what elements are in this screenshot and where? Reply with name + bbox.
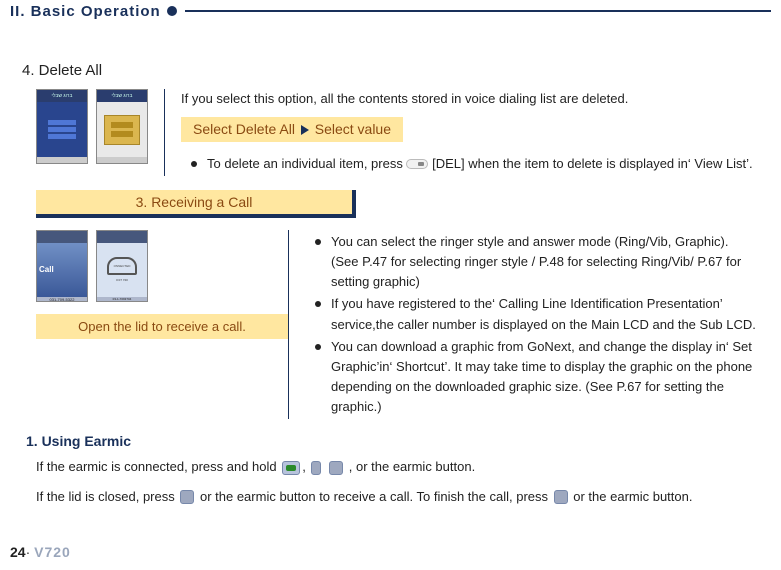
thumbnail-incoming-call: Call 031-709-5322 (36, 230, 88, 302)
earmic-para2: If the lid is closed, press or the earmi… (36, 485, 759, 508)
thumbnail-body: ONNECTED 0:07 720 (97, 243, 147, 297)
bullet-clip: If you have registered to the‘ Calling L… (331, 294, 759, 334)
header-dot-icon (167, 6, 177, 16)
page-footer: 24· V720 (10, 544, 71, 560)
section4-intro: If you select this option, all the conte… (181, 89, 759, 109)
thumbnail-delete-popup: ברוג שבלי (96, 89, 148, 164)
triangle-right-icon (299, 122, 311, 138)
bullet-text-b: [DEL] when the item to delete is display… (432, 156, 753, 171)
vertical-rule (164, 89, 165, 176)
comma: , (302, 459, 309, 474)
earmic-p2c: or the earmic button. (573, 489, 692, 504)
thumbnail-body (97, 102, 147, 157)
highlight-pre: Select Delete All (193, 121, 295, 137)
ear-key-icon (554, 490, 568, 504)
bullet-ringer-style: You can select the ringer style and answ… (331, 232, 759, 292)
call-label: Call (37, 265, 54, 274)
section3-bar: 3. Receiving a Call (36, 190, 356, 218)
earmic-heading: 1. Using Earmic (26, 433, 759, 449)
dot: · (26, 544, 31, 560)
bullet-icon (315, 239, 321, 245)
highlight-post: Select value (315, 121, 391, 137)
thumbnail-footer (97, 157, 147, 164)
page-number: 24 (10, 544, 26, 560)
model-label: V720 (34, 544, 71, 560)
thumbnail-footer: 031-709-5322 (37, 297, 87, 302)
thumbnail-titlebar: ברוג שבלי (37, 90, 87, 102)
bullet-icon (191, 161, 197, 167)
thumbnail-titlebar (37, 231, 87, 243)
thumbnail-body (37, 102, 87, 157)
open-lid-caption: Open the lid to receive a call. (36, 314, 288, 339)
bullet-download-graphic: You can download a graphic from GoNext, … (331, 337, 759, 418)
thumbnail-titlebar (97, 231, 147, 243)
connected-icon: ONNECTED (107, 257, 137, 275)
thumbnail-time: 0:07 720 (116, 278, 128, 282)
thumbnail-connected: ONNECTED 0:07 720 03-1-7093704 (96, 230, 148, 302)
header-title: II. Basic Operation (10, 3, 161, 20)
del-key-icon (406, 159, 428, 169)
bullet-delete-individual: To delete an individual item, press [DEL… (207, 154, 759, 174)
select-path-highlight: Select Delete All Select value (181, 117, 403, 142)
thumbnail-body: Call (37, 243, 87, 297)
thumbnail-voice-list: ברוג שבלי (36, 89, 88, 164)
thumbnail-titlebar: ברוג שבלי (97, 90, 147, 102)
header-line (185, 10, 771, 12)
thumbnail-footer: 03-1-7093704 (97, 297, 147, 302)
bullet-icon (315, 301, 321, 307)
earmic-p2b: or the earmic button to receive a call. … (200, 489, 552, 504)
earmic-para1: If the earmic is connected, press and ho… (36, 455, 759, 478)
earmic-p1a: If the earmic is connected, press and ho… (36, 459, 280, 474)
hold-key-icon (311, 461, 321, 475)
popup-icon (104, 115, 140, 145)
send-key-icon (282, 461, 300, 475)
bullet-icon (315, 344, 321, 350)
ear-key-icon (180, 490, 194, 504)
earmic-p2a: If the lid is closed, press (36, 489, 178, 504)
thumbnail-footer (37, 157, 87, 164)
section4-heading: 4. Delete All (22, 62, 759, 79)
section3-title: 3. Receiving a Call (36, 190, 356, 218)
earmic-p1b: , or the earmic button. (349, 459, 475, 474)
bullet-text-a: To delete an individual item, press (207, 156, 406, 171)
vertical-rule (288, 230, 289, 419)
ear-key-icon (329, 461, 343, 475)
